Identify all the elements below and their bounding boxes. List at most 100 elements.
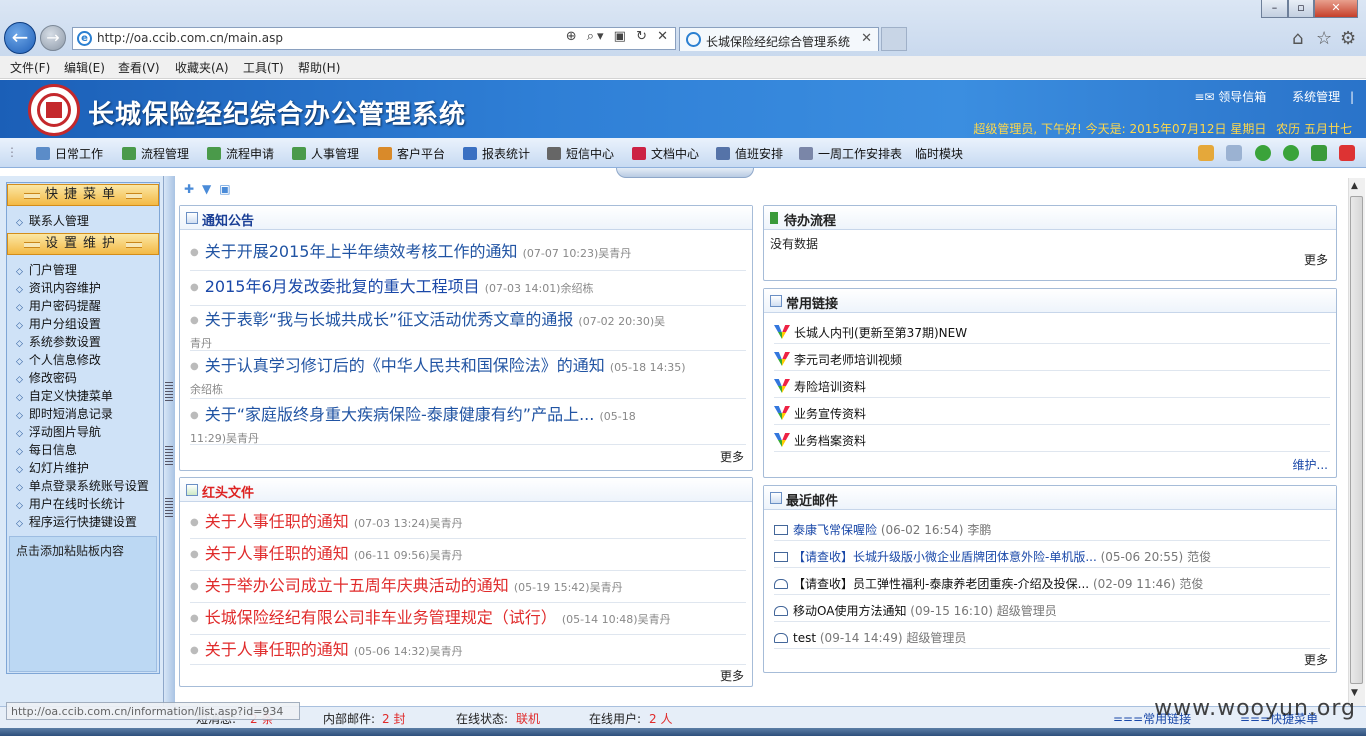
home-icon[interactable]: ⌂ [1292, 28, 1303, 49]
browser-menubar: 文件(F) 编辑(E) 查看(V) 收藏夹(A) 工具(T) 帮助(H) [0, 56, 1366, 79]
browser-tab[interactable]: 长城保险经纪综合管理系统 ✕ [679, 27, 879, 51]
link-item[interactable]: 业务宣传资料 [774, 405, 866, 422]
forward-arrow-icon[interactable] [1283, 145, 1299, 161]
sidebar-item-profile[interactable]: 个人信息修改 [16, 351, 101, 368]
list-icon[interactable] [1226, 145, 1242, 161]
redfile-item[interactable]: ● 关于举办公司成立十五周年庆典活动的通知 (05-19 15:42)吴青丹 [190, 576, 746, 598]
mail-item[interactable]: test (09-14 14:49) 超级管理员 [774, 629, 966, 646]
nav-temp-module[interactable]: 临时模块 [915, 145, 963, 162]
menu-view[interactable]: 查看(V) [118, 59, 160, 76]
exit-icon[interactable] [1339, 145, 1355, 161]
sidebar-item-pwd-remind[interactable]: 用户密码提醒 [16, 297, 101, 314]
panel-icon [186, 212, 198, 224]
forward-button[interactable]: → [40, 25, 66, 51]
back-button[interactable]: ← [4, 22, 36, 54]
link-item[interactable]: 李元司老师培训视频 [774, 351, 902, 368]
new-tab-button[interactable] [881, 27, 907, 51]
links-maintain-link[interactable]: 维护... [1293, 456, 1328, 473]
home-icon[interactable] [1198, 145, 1214, 161]
redfiles-more-link[interactable]: 更多 [720, 667, 744, 684]
header-collapse-handle[interactable] [616, 168, 754, 178]
leader-mailbox-link[interactable]: ≡✉ 领导信箱 [1194, 90, 1266, 104]
scrollbar-thumb[interactable] [1350, 196, 1363, 684]
sidebar-item-online-time[interactable]: 用户在线时长统计 [16, 495, 125, 512]
scroll-up-icon[interactable]: ▲ [1351, 181, 1358, 191]
nav-weekly-schedule[interactable]: 一周工作安排表 [799, 145, 902, 162]
link-item[interactable]: 长城人内刊(更新至第37期)NEW [774, 324, 967, 341]
sidebar-item-shortcuts[interactable]: 程序运行快捷键设置 [16, 513, 137, 530]
clipboard-area[interactable]: 点击添加粘贴板内容 [9, 536, 157, 672]
nav-sms-center[interactable]: 短信中心 [547, 145, 614, 162]
online-users[interactable]: 2 人 [649, 710, 672, 727]
nav-process-manage[interactable]: 流程管理 [122, 145, 189, 162]
menu-favorites[interactable]: 收藏夹(A) [175, 59, 229, 76]
panel-header: 红头文件 [180, 478, 752, 502]
quick-menu-header[interactable]: 快捷菜单 [7, 184, 159, 206]
redfile-item[interactable]: ● 关于人事任职的通知 (05-06 14:32)吴青丹 [190, 640, 746, 662]
address-tools-icon[interactable]: ⊕ ⌕▾ ▣ ↻ ✕ [566, 29, 671, 44]
online-state[interactable]: 联机 [516, 710, 540, 727]
nav-client-platform[interactable]: 客户平台 [378, 145, 445, 162]
ie-page-icon: e [77, 31, 92, 46]
nav-process-apply[interactable]: 流程申请 [207, 145, 274, 162]
notice-item[interactable]: ● 关于表彰“我与长城共成长”征文活动优秀文章的通报 (07-02 20:30)吴… [190, 310, 746, 354]
mail-item[interactable]: 移动OA使用方法通知 (09-15 16:10) 超级管理员 [774, 602, 1057, 619]
sidebar-item-daily-info[interactable]: 每日信息 [16, 441, 77, 458]
menu-help[interactable]: 帮助(H) [298, 59, 340, 76]
redfile-item[interactable]: ● 关于人事任职的通知 (06-11 09:56)吴青丹 [190, 544, 746, 566]
sidebar-item-sys-params[interactable]: 系统参数设置 [16, 333, 101, 350]
sidebar-item-sms-log[interactable]: 即时短消息记录 [16, 405, 113, 422]
notice-item[interactable]: ● 关于认真学习修订后的《中华人民共和国保险法》的通知 (05-18 14:35)… [190, 356, 746, 400]
notice-item[interactable]: ● 关于“家庭版终身重大疾病保险-泰康健康有约”产品上... (05-18 11:2… [190, 405, 746, 449]
sidebar-item-portal[interactable]: 门户管理 [16, 261, 77, 278]
nav-daily-work[interactable]: 日常工作 [36, 145, 103, 162]
sidebar-item-float-image[interactable]: 浮动图片导航 [16, 423, 101, 440]
sidebar-item-slides[interactable]: 幻灯片维护 [16, 459, 89, 476]
tab-close-icon[interactable]: ✕ [861, 31, 872, 46]
sidebar-item-sso[interactable]: 单点登录系统账号设置 [16, 477, 149, 494]
minimize-button[interactable]: – [1261, 0, 1288, 18]
maximize-button[interactable]: ▫ [1288, 0, 1314, 18]
menu-file[interactable]: 文件(F) [10, 59, 50, 76]
sidebar-splitter[interactable] [163, 176, 175, 708]
link-item[interactable]: 业务档案资料 [774, 432, 866, 449]
sidebar-item-contacts[interactable]: 联系人管理 [16, 212, 89, 229]
sidebar-item-change-pwd[interactable]: 修改密码 [16, 369, 77, 386]
system-admin-link[interactable]: 系统管理 [1292, 90, 1340, 104]
nav-document-center[interactable]: 文档中心 [632, 145, 699, 162]
nav-report-stats[interactable]: 报表统计 [463, 145, 530, 162]
mail-open-icon [774, 606, 788, 616]
pending-more-link[interactable]: 更多 [1304, 251, 1328, 268]
link-item[interactable]: 寿险培训资料 [774, 378, 866, 395]
notice-item[interactable]: ● 2015年6月发改委批复的重大工程项目 (07-03 14:01)余绍栋 [190, 277, 746, 299]
notices-panel: 通知公告 ● 关于开展2015年上半年绩效考核工作的通知 (07-07 10:23… [179, 205, 753, 471]
nav-hr-manage[interactable]: 人事管理 [292, 145, 359, 162]
panel-title: 常用链接 [786, 297, 839, 312]
notices-more-link[interactable]: 更多 [720, 448, 744, 465]
redfile-item[interactable]: ● 长城保险经纪有限公司非车业务管理规定（试行） (05-14 10:48)吴青丹 [190, 608, 746, 630]
splitter-grip [165, 446, 173, 466]
mail-open-icon [774, 579, 788, 589]
content-toolbar-icons[interactable]: ✚▼▣ [184, 182, 239, 196]
notice-item[interactable]: ● 关于开展2015年上半年绩效考核工作的通知 (07-07 10:23)吴青丹 [190, 242, 746, 264]
mail-item[interactable]: 【请查收】员工弹性福利-泰康养老团重疾-介绍及投保... (02-09 11:4… [774, 575, 1203, 592]
sidebar-item-user-groups[interactable]: 用户分组设置 [16, 315, 101, 332]
panel-title: 最近邮件 [786, 494, 839, 509]
settings-gear-icon[interactable]: ⚙ [1340, 28, 1356, 49]
close-window-button[interactable]: ✕ [1314, 0, 1358, 18]
sidebar-item-custom-menu[interactable]: 自定义快捷菜单 [16, 387, 113, 404]
menu-edit[interactable]: 编辑(E) [64, 59, 105, 76]
mail-more-link[interactable]: 更多 [1304, 651, 1328, 668]
address-bar[interactable]: e http://oa.ccib.com.cn/main.asp ⊕ ⌕▾ ▣ … [72, 27, 676, 50]
back-arrow-icon[interactable] [1255, 145, 1271, 161]
settings-header[interactable]: 设置维护 [7, 233, 159, 255]
menu-tools[interactable]: 工具(T) [243, 59, 284, 76]
mail-item[interactable]: 【请查收】长城升级版小微企业盾牌团体意外险-单机版... (05-06 20:5… [774, 548, 1211, 565]
redfile-item[interactable]: ● 关于人事任职的通知 (07-03 13:24)吴青丹 [190, 512, 746, 534]
refresh-icon[interactable] [1311, 145, 1327, 161]
favorites-star-icon[interactable]: ☆ [1316, 28, 1332, 49]
mail-item[interactable]: 泰康飞常保喔险 (06-02 16:54) 李鹏 [774, 521, 991, 538]
nav-duty-schedule[interactable]: 值班安排 [716, 145, 783, 162]
inner-mail-count[interactable]: 2 封 [382, 710, 405, 727]
sidebar-item-content[interactable]: 资讯内容维护 [16, 279, 101, 296]
